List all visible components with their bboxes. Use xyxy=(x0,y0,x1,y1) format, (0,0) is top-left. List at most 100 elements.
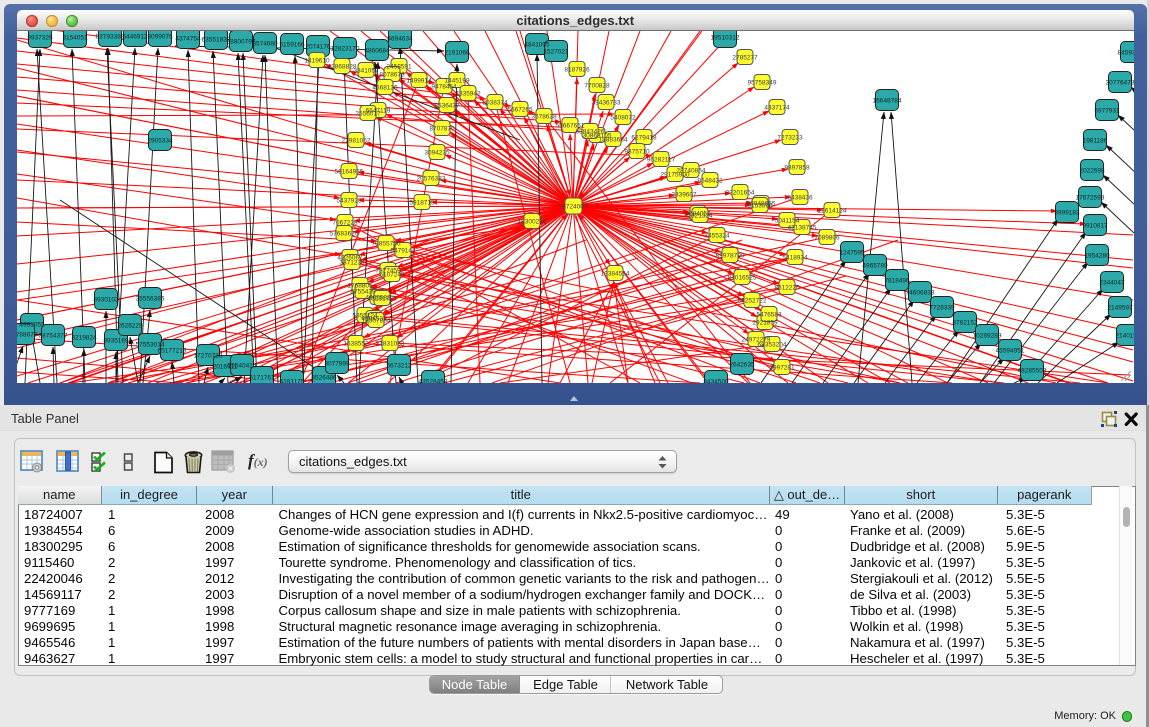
svg-text:1981186: 1981186 xyxy=(1083,138,1108,145)
svg-text:8755439: 8755439 xyxy=(350,289,376,296)
svg-text:4337174: 4337174 xyxy=(764,105,790,112)
svg-text:3154051: 3154051 xyxy=(62,35,88,42)
svg-text:65177213: 65177213 xyxy=(158,348,187,355)
svg-text:5918715: 5918715 xyxy=(409,200,435,207)
svg-text:99788677: 99788677 xyxy=(17,332,38,339)
svg-text:4374754: 4374754 xyxy=(175,36,201,43)
svg-text:2074176: 2074176 xyxy=(305,44,331,51)
svg-text:8707870: 8707870 xyxy=(429,126,455,133)
svg-text:19510312: 19510312 xyxy=(711,35,740,42)
svg-text:9548432: 9548432 xyxy=(697,178,723,185)
svg-text:81016525: 81016525 xyxy=(728,275,757,282)
svg-text:46231783: 46231783 xyxy=(368,296,397,303)
svg-text:28740864: 28740864 xyxy=(677,168,706,175)
svg-text:4860684: 4860684 xyxy=(364,48,390,55)
svg-text:2458591: 2458591 xyxy=(386,64,412,71)
svg-text:6279418: 6279418 xyxy=(631,135,657,142)
svg-text:17270733: 17270733 xyxy=(194,353,223,360)
svg-text:9153566: 9153566 xyxy=(747,203,773,210)
svg-text:18724007: 18724007 xyxy=(559,204,588,211)
svg-text:1499914: 1499914 xyxy=(406,78,432,85)
svg-text:7067228: 7067228 xyxy=(332,220,358,227)
svg-text:7818496: 7818496 xyxy=(884,278,910,285)
svg-text:3219824: 3219824 xyxy=(71,335,97,342)
svg-text:83793389: 83793389 xyxy=(96,34,125,41)
svg-text:12614124: 12614124 xyxy=(818,208,847,215)
svg-text:5408072: 5408072 xyxy=(610,115,636,122)
svg-text:68353204: 68353204 xyxy=(758,342,787,349)
svg-text:2921859: 2921859 xyxy=(752,320,778,327)
svg-text:18300295: 18300295 xyxy=(518,219,547,226)
svg-text:8434500: 8434500 xyxy=(703,379,729,384)
svg-text:22981052: 22981052 xyxy=(342,138,371,145)
svg-text:2905334: 2905334 xyxy=(147,138,173,145)
svg-text:74606833: 74606833 xyxy=(906,290,935,297)
svg-text:8077999: 8077999 xyxy=(324,361,350,368)
svg-text:5446912: 5446912 xyxy=(122,34,148,41)
svg-text:5479144: 5479144 xyxy=(390,248,416,255)
svg-text:4191175: 4191175 xyxy=(280,379,305,384)
svg-text:5437923: 5437923 xyxy=(336,198,362,205)
svg-text:8187926: 8187926 xyxy=(564,67,590,74)
svg-text:56164955: 56164955 xyxy=(335,169,364,176)
svg-text:5159166: 5159166 xyxy=(279,42,305,49)
svg-text:7700828: 7700828 xyxy=(584,83,610,90)
svg-text:3678638: 3678638 xyxy=(531,114,557,121)
svg-text:8038374: 8038374 xyxy=(482,100,508,107)
svg-text:5667265: 5667265 xyxy=(507,107,533,114)
svg-text:63843426: 63843426 xyxy=(576,129,605,136)
svg-text:1247595: 1247595 xyxy=(839,250,865,257)
svg-text:2191066: 2191066 xyxy=(444,50,470,57)
svg-text:3871230: 3871230 xyxy=(339,260,365,267)
svg-text:2022698: 2022698 xyxy=(1079,168,1105,175)
svg-text:48285503: 48285503 xyxy=(1018,368,1047,375)
svg-text:4668136: 4668136 xyxy=(372,85,398,92)
svg-text:45594951: 45594951 xyxy=(996,348,1025,355)
svg-text:7273233: 7273233 xyxy=(777,135,803,142)
svg-text:16648784: 16648784 xyxy=(873,98,902,105)
svg-text:3997281: 3997281 xyxy=(769,365,795,372)
svg-text:39436733: 39436733 xyxy=(592,100,621,107)
svg-text:84252722: 84252722 xyxy=(738,298,767,305)
svg-text:8574680: 8574680 xyxy=(252,41,278,48)
svg-text:22201654: 22201654 xyxy=(726,190,755,197)
svg-text:31831063: 31831063 xyxy=(376,341,405,348)
svg-text:9910817: 9910817 xyxy=(1082,223,1108,230)
svg-text:1527021: 1527021 xyxy=(543,49,569,56)
svg-text:20576383: 20576383 xyxy=(417,176,446,183)
svg-text:2149597: 2149597 xyxy=(1107,305,1133,312)
svg-text:1419610: 1419610 xyxy=(304,58,330,65)
svg-text:42138745: 42138745 xyxy=(788,225,817,232)
svg-text:2785277: 2785277 xyxy=(732,55,758,62)
svg-text:12823170: 12823170 xyxy=(331,46,360,53)
svg-text:5418934: 5418934 xyxy=(782,255,808,262)
svg-text:84593961: 84593961 xyxy=(1118,50,1134,57)
svg-text:4965789: 4965789 xyxy=(862,263,888,270)
svg-text:9897858: 9897858 xyxy=(784,165,810,172)
svg-text:57683626: 57683626 xyxy=(330,231,359,238)
svg-text:2626229: 2626229 xyxy=(117,323,143,330)
svg-text:3094235: 3094235 xyxy=(424,150,450,157)
svg-text:89978790: 89978790 xyxy=(716,253,745,260)
svg-text:7728339: 7728339 xyxy=(929,305,955,312)
svg-text:1954280: 1954280 xyxy=(1084,253,1110,260)
svg-text:5171761: 5171761 xyxy=(249,375,275,382)
svg-text:4335942: 4335942 xyxy=(455,91,481,98)
svg-text:8526486: 8526486 xyxy=(311,375,337,382)
svg-text:55540424: 55540424 xyxy=(228,363,257,370)
svg-text:3341057: 3341057 xyxy=(353,68,379,75)
svg-text:4993055: 4993055 xyxy=(19,322,45,329)
svg-text:1538552: 1538552 xyxy=(343,341,369,348)
svg-text:9937326: 9937326 xyxy=(27,35,53,42)
svg-text:5977931: 5977931 xyxy=(1094,108,1120,115)
svg-text:8099076: 8099076 xyxy=(147,34,173,41)
svg-text:3762152: 3762152 xyxy=(952,320,978,327)
svg-text:9478454: 9478454 xyxy=(431,84,457,91)
svg-text:96282117: 96282117 xyxy=(647,157,676,164)
svg-text:6438436: 6438436 xyxy=(787,195,813,202)
svg-text:1445199: 1445199 xyxy=(444,78,470,85)
svg-text:8930103: 8930103 xyxy=(93,297,119,304)
svg-text:5107245: 5107245 xyxy=(379,272,405,279)
svg-text:17507864: 17507864 xyxy=(362,318,391,325)
svg-text:10289289: 10289289 xyxy=(973,333,1002,340)
